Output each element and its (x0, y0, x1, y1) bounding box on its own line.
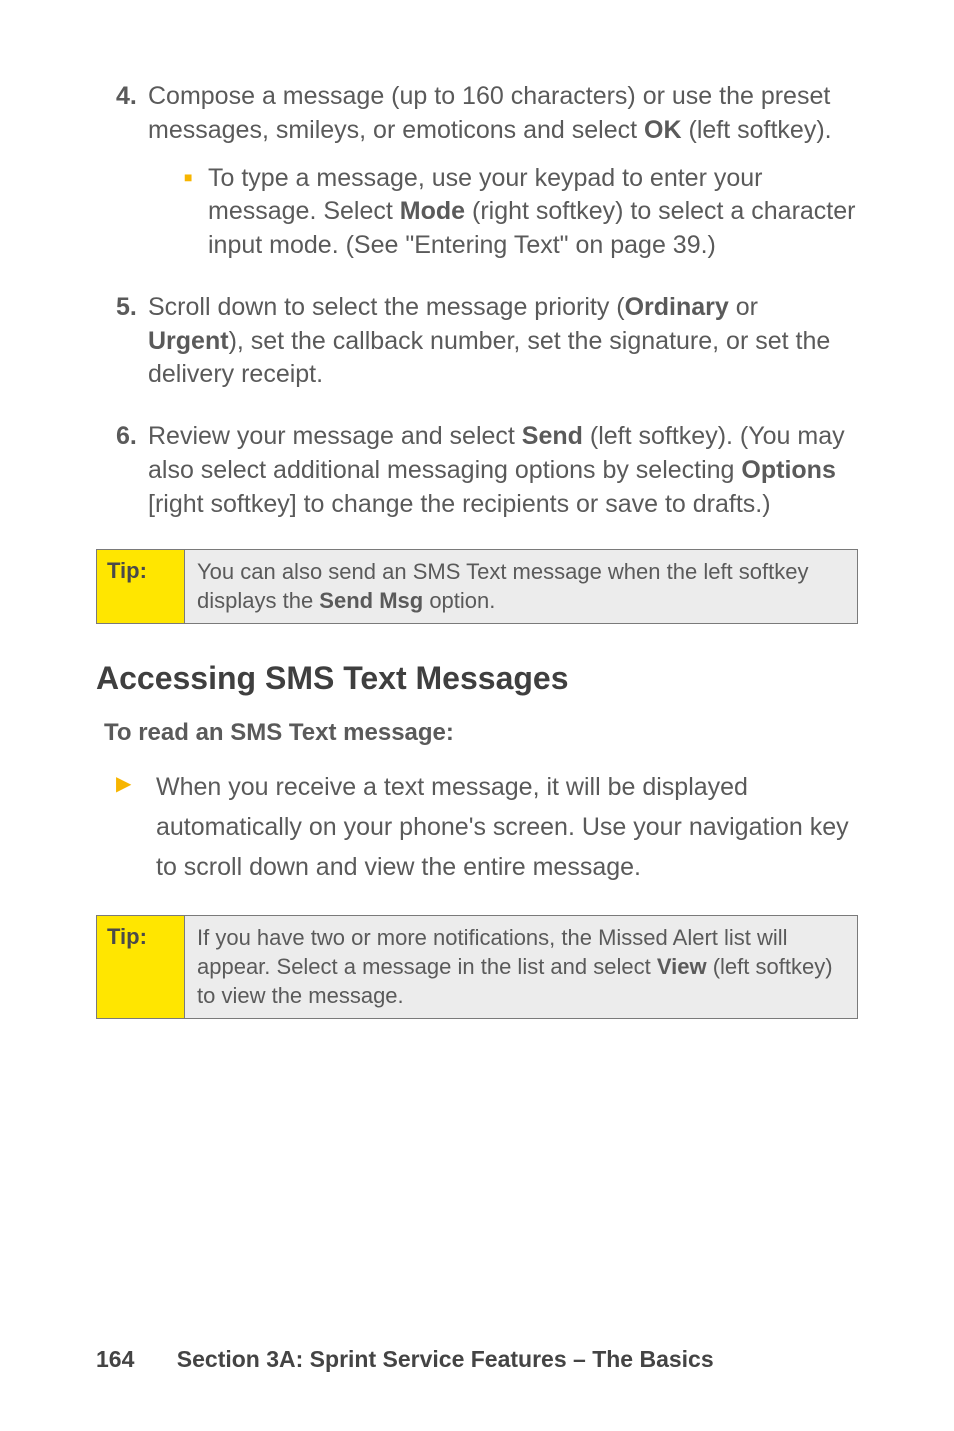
step-6-bold-options: Options (741, 456, 835, 484)
square-bullet-icon: ■ (184, 162, 208, 263)
triangle-bullet-icon: ▶ (116, 767, 156, 887)
tip-1-label: Tip: (97, 550, 185, 623)
tip-1-bold: Send Msg (319, 588, 423, 613)
step-5-pre: Scroll down to select the message priori… (148, 293, 625, 321)
step-4-sub-bullet: ■ To type a message, use your keypad to … (148, 162, 858, 263)
tip-1-pre: You can also send an SMS Text message wh… (197, 559, 808, 613)
step-4-number: 4. (96, 80, 148, 263)
step-5-mid: or (729, 293, 758, 321)
step-6: 6. Review your message and select Send (… (96, 420, 858, 521)
step-5-bold-urgent: Urgent (148, 327, 229, 355)
footer-title: Section 3A: Sprint Service Features – Th… (177, 1346, 714, 1372)
step-6-body: Review your message and select Send (lef… (148, 420, 858, 521)
step-5-post: ), set the callback number, set the sign… (148, 327, 830, 389)
page-footer: 164 Section 3A: Sprint Service Features … (96, 1346, 714, 1373)
tip-box-2: Tip: If you have two or more notificatio… (96, 915, 858, 1019)
step-6-pre: Review your message and select (148, 422, 522, 450)
step-6-bold-send: Send (522, 422, 583, 450)
step-4-bold-ok: OK (644, 116, 682, 144)
step-4-body: Compose a message (up to 160 characters)… (148, 80, 858, 263)
tip-box-1: Tip: You can also send an SMS Text messa… (96, 549, 858, 624)
read-sms-bullet: ▶ When you receive a text message, it wi… (96, 767, 858, 887)
tip-2-bold: View (657, 954, 707, 979)
tip-1-content: You can also send an SMS Text message wh… (185, 550, 857, 623)
sub-heading: To read an SMS Text message: (96, 719, 858, 747)
step-5: 5. Scroll down to select the message pri… (96, 291, 858, 392)
step-4: 4. Compose a message (up to 160 characte… (96, 80, 858, 263)
step-4-sub-text: To type a message, use your keypad to en… (208, 162, 858, 263)
tip-2-content: If you have two or more notifications, t… (185, 916, 857, 1018)
step-5-bold-ordinary: Ordinary (625, 293, 729, 321)
step-6-number: 6. (96, 420, 148, 521)
step-5-number: 5. (96, 291, 148, 392)
tip-1-post: option. (423, 588, 495, 613)
section-heading: Accessing SMS Text Messages (96, 660, 858, 697)
step-4-text-post: (left softkey). (682, 116, 832, 144)
step-4-sub-bold: Mode (400, 197, 465, 225)
step-6-post: [right softkey] to change the recipients… (148, 490, 771, 518)
page-number: 164 (96, 1346, 134, 1372)
tip-2-label: Tip: (97, 916, 185, 1018)
read-sms-text: When you receive a text message, it will… (156, 767, 858, 887)
step-5-body: Scroll down to select the message priori… (148, 291, 858, 392)
